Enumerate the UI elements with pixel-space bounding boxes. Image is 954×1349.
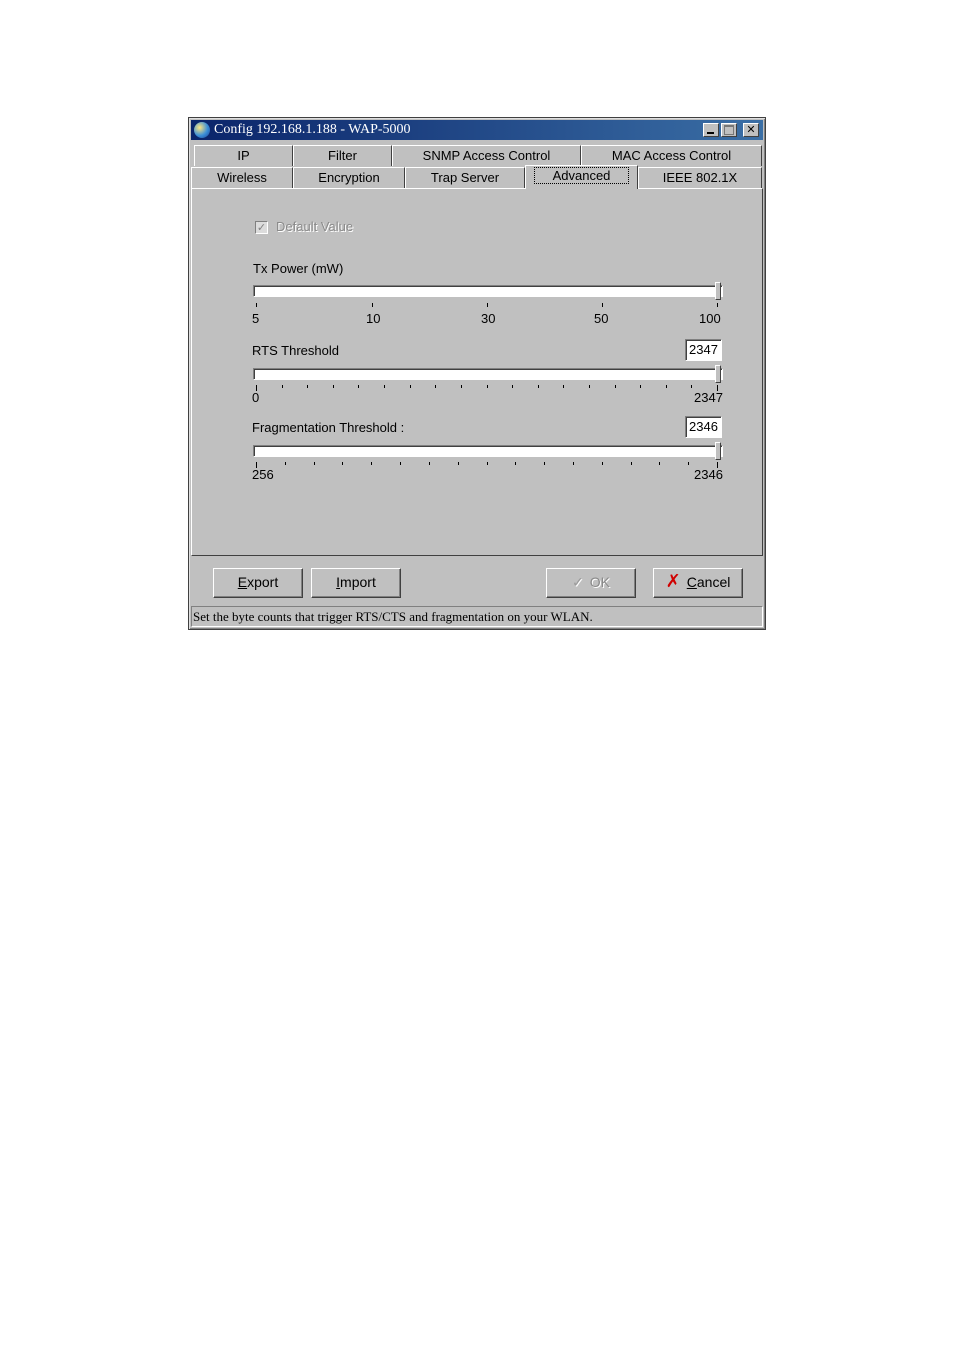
tick-mark xyxy=(461,385,462,388)
tick-mark xyxy=(615,385,616,388)
tick-mark xyxy=(372,303,373,307)
rts-max-label: 2347 xyxy=(694,390,723,405)
tx-power-label: Tx Power (mW) xyxy=(253,261,344,276)
rts-threshold-input[interactable]: 2347 xyxy=(685,339,722,361)
tick-mark xyxy=(314,462,315,465)
tick-mark xyxy=(458,462,459,465)
fragmentation-max-label: 2346 xyxy=(694,467,723,482)
tab-label: Filter xyxy=(328,148,357,163)
tab-label: Trap Server xyxy=(430,170,500,185)
tick-mark xyxy=(358,385,359,388)
cancel-label-rest: ancel xyxy=(696,574,731,590)
tx-power-tick-label: 5 xyxy=(252,311,260,326)
tx-power-tick-label: 100 xyxy=(699,311,721,326)
tick-mark xyxy=(691,385,692,388)
fragmentation-threshold-label: Fragmentation Threshold : xyxy=(252,420,405,435)
tx-power-tick-label: 50 xyxy=(594,311,609,326)
tick-mark xyxy=(631,462,632,465)
rts-threshold-slider-track[interactable] xyxy=(253,368,723,380)
tab-trap-server[interactable]: Trap Server xyxy=(405,167,525,188)
tick-mark xyxy=(435,385,436,388)
tick-mark xyxy=(256,303,257,307)
export-mnemonic: E xyxy=(237,574,248,590)
tick-mark xyxy=(544,462,545,465)
tick-mark xyxy=(666,385,667,388)
tab-snmp-access-control[interactable]: SNMP Access Control xyxy=(392,145,581,166)
fragmentation-slider-track[interactable] xyxy=(253,445,723,457)
rts-threshold-slider-thumb[interactable] xyxy=(715,365,721,383)
tab-label: MAC Access Control xyxy=(611,148,732,163)
tick-mark xyxy=(659,462,660,465)
tx-power-slider-thumb[interactable] xyxy=(715,282,721,300)
tx-power-tick-label: 10 xyxy=(366,311,381,326)
tick-mark xyxy=(717,303,718,307)
tick-mark xyxy=(538,385,539,388)
cancel-mnemonic: C xyxy=(686,574,697,590)
tick-mark xyxy=(429,462,430,465)
tick-mark xyxy=(640,385,641,388)
rts-threshold-label: RTS Threshold xyxy=(252,343,339,358)
tick-mark xyxy=(602,303,603,307)
fragmentation-slider-thumb[interactable] xyxy=(715,442,721,460)
tab-label: IP xyxy=(237,148,250,163)
ok-label: OK xyxy=(589,574,610,590)
tick-mark xyxy=(515,462,516,465)
fragmentation-threshold-input[interactable]: 2346 xyxy=(685,416,722,438)
tick-mark xyxy=(371,462,372,465)
tick-mark xyxy=(573,462,574,465)
tab-ieee-8021x[interactable]: IEEE 802.1X xyxy=(638,167,762,188)
tx-power-slider-track[interactable] xyxy=(253,285,723,297)
tick-mark xyxy=(563,385,564,388)
tick-mark xyxy=(342,462,343,465)
cancel-button[interactable]: ✗ Cancel xyxy=(653,568,743,598)
status-bar: Set the byte counts that trigger RTS/CTS… xyxy=(191,606,763,627)
import-button[interactable]: Import xyxy=(311,568,401,598)
tick-mark xyxy=(487,385,488,388)
tab-label: Wireless xyxy=(217,170,267,185)
default-value-label: Default Value xyxy=(276,219,354,234)
red-x-icon: ✗ xyxy=(665,571,681,592)
close-button[interactable]: ✕ xyxy=(743,123,759,137)
fragmentation-min-label: 256 xyxy=(252,467,274,482)
tab-filter[interactable]: Filter xyxy=(293,145,392,166)
tx-power-tick-label: 30 xyxy=(481,311,496,326)
tick-mark xyxy=(512,385,513,388)
tab-advanced[interactable]: Advanced xyxy=(525,165,638,189)
advanced-panel: ✓ Default Value Tx Power (mW) 5 10 30 50… xyxy=(191,188,763,556)
tab-label: Encryption xyxy=(318,170,380,185)
export-label-rest: xport xyxy=(247,574,279,590)
import-label-rest: mport xyxy=(340,574,376,590)
maximize-button[interactable] xyxy=(721,123,737,137)
title-bar[interactable]: Config 192.168.1.188 - WAP-5000 ✕ xyxy=(191,120,763,140)
tab-label: Advanced xyxy=(533,167,630,184)
tick-mark xyxy=(487,462,488,465)
tick-mark xyxy=(400,462,401,465)
tick-mark xyxy=(285,462,286,465)
tab-encryption[interactable]: Encryption xyxy=(293,167,405,188)
tick-mark xyxy=(589,385,590,388)
tick-mark xyxy=(688,462,689,465)
export-button[interactable]: Export xyxy=(213,568,303,598)
tick-mark xyxy=(487,303,488,307)
config-window: Config 192.168.1.188 - WAP-5000 ✕ IP Fil… xyxy=(188,117,766,630)
tab-wireless[interactable]: Wireless xyxy=(191,167,293,188)
tick-mark xyxy=(602,462,603,465)
tick-mark xyxy=(410,385,411,388)
rts-min-label: 0 xyxy=(252,390,260,405)
tick-mark xyxy=(282,385,283,388)
tab-ip[interactable]: IP xyxy=(194,145,293,166)
minimize-button[interactable] xyxy=(703,123,719,137)
default-value-checkbox[interactable]: ✓ xyxy=(255,221,268,234)
window-title: Config 192.168.1.188 - WAP-5000 xyxy=(214,122,411,137)
ok-button[interactable]: ✓ OK xyxy=(546,568,636,598)
checkmark-icon: ✓ xyxy=(572,575,584,591)
globe-icon xyxy=(194,122,210,138)
tick-mark xyxy=(384,385,385,388)
tab-mac-access-control[interactable]: MAC Access Control xyxy=(581,145,762,166)
tab-label: SNMP Access Control xyxy=(422,148,551,163)
tick-mark xyxy=(333,385,334,388)
tab-label: IEEE 802.1X xyxy=(662,170,738,185)
tick-mark xyxy=(307,385,308,388)
